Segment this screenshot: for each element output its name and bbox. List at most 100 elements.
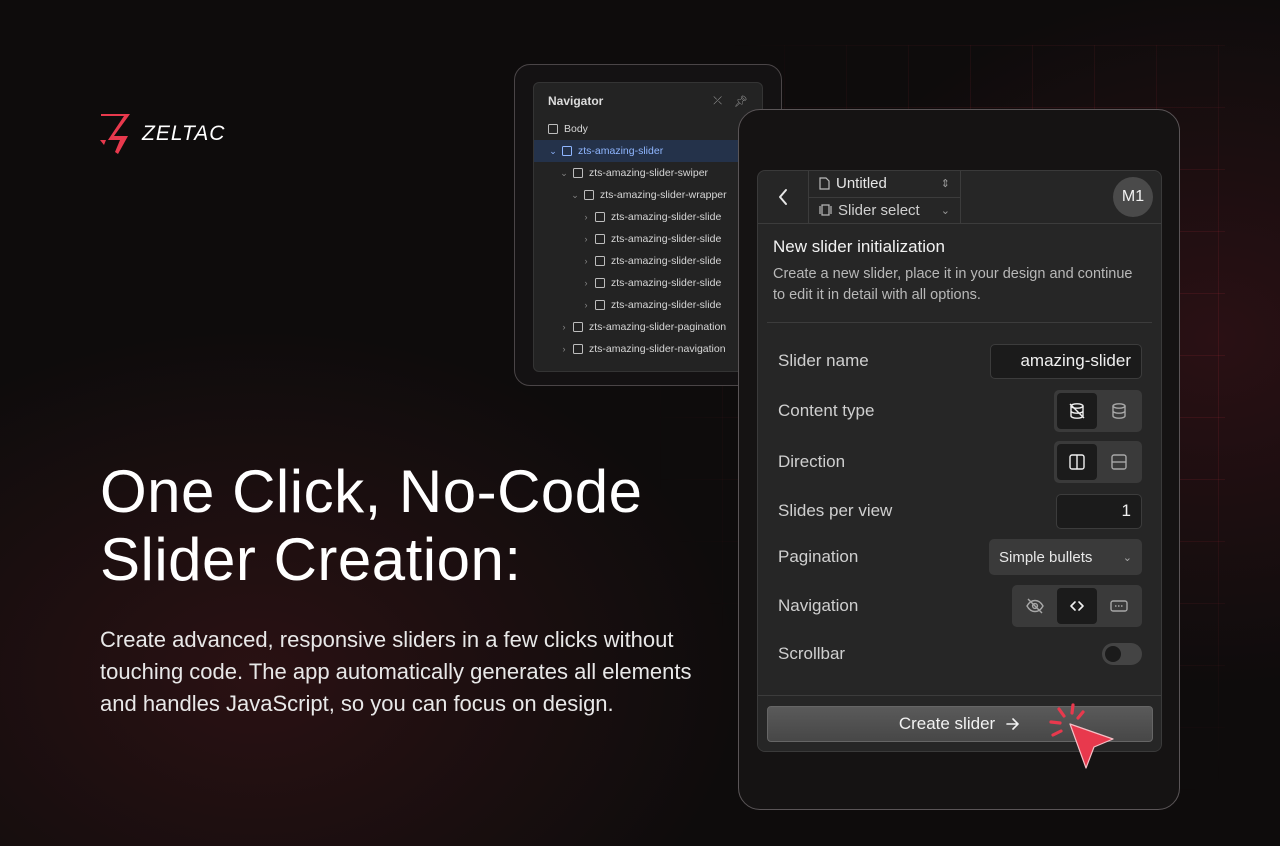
chevron-right-icon[interactable]: › — [581, 212, 591, 222]
chevron-down-icon: ⌄ — [940, 204, 950, 217]
create-slider-label: Create slider — [898, 714, 996, 733]
direction-row: Direction — [778, 436, 1142, 488]
tree-item-navigation[interactable]: › zts-amazing-slider-navigation — [534, 338, 762, 360]
tree-item-slide[interactable]: › zts-amazing-slider-slide — [534, 272, 762, 294]
chevron-down-icon[interactable]: ⌄ — [548, 146, 558, 157]
intro-section: New slider initialization Create a new s… — [767, 224, 1152, 323]
chevron-right-icon[interactable]: › — [581, 300, 591, 310]
navigation-hidden-button[interactable] — [1015, 588, 1055, 624]
horizontal-direction-button[interactable] — [1057, 444, 1097, 480]
direction-label: Direction — [778, 452, 846, 471]
slides-per-view-row: Slides per view 1 — [778, 488, 1142, 534]
chevron-right-icon[interactable]: › — [559, 344, 569, 354]
page-select[interactable]: Untitled ⇕ — [809, 171, 960, 197]
tree-item-slide[interactable]: › zts-amazing-slider-slide — [534, 206, 762, 228]
page-select-value: Untitled — [836, 175, 887, 193]
code-arrows-icon — [1070, 601, 1084, 611]
slides-per-view-input[interactable]: 1 — [1056, 493, 1142, 529]
element-icon — [548, 124, 558, 134]
navigation-label: Navigation — [778, 596, 859, 615]
rows-icon — [1111, 454, 1127, 470]
element-icon — [573, 322, 583, 332]
element-icon — [584, 190, 594, 200]
navigation-custom-button[interactable] — [1099, 588, 1139, 624]
chevron-left-icon — [779, 189, 787, 205]
element-icon — [595, 234, 605, 244]
element-icon — [573, 344, 583, 354]
element-icon — [595, 256, 605, 266]
slider-app-panel: Untitled ⇕ Slider select ⌄ M1 New slider… — [757, 170, 1162, 752]
slider-form: Slider name amazing-slider Content type … — [758, 336, 1161, 676]
navigation-toggle — [1012, 585, 1142, 627]
back-button[interactable] — [758, 171, 809, 223]
navigator-header: Navigator ⤫ 📌︎ — [534, 83, 762, 118]
app-topbar: Untitled ⇕ Slider select ⌄ M1 — [758, 171, 1161, 224]
slider-name-row: Slider name amazing-slider — [778, 336, 1142, 386]
brand-name: ZELTAC — [142, 122, 226, 145]
hero-title: One Click, No-Code Slider Creation: — [100, 458, 720, 594]
slider-select[interactable]: Slider select ⌄ — [809, 196, 960, 224]
slider-select-value: Slider select — [838, 201, 920, 219]
vertical-direction-button[interactable] — [1099, 444, 1139, 480]
tree-item-body[interactable]: Body — [534, 118, 762, 140]
hero-title-line2: Slider Creation: — [100, 526, 522, 593]
element-icon — [562, 146, 572, 156]
tree-item-swiper[interactable]: ⌄ zts-amazing-slider-swiper — [534, 162, 762, 184]
chevron-right-icon[interactable]: › — [559, 322, 569, 332]
pagination-row: Pagination Simple bullets ⌄ — [778, 534, 1142, 580]
pagination-value: Simple bullets — [999, 548, 1093, 566]
keyboard-icon — [1110, 600, 1128, 612]
click-cursor-icon — [1049, 703, 1114, 769]
pin-icon[interactable]: 📌︎ — [734, 95, 748, 108]
scrollbar-label: Scrollbar — [778, 644, 846, 663]
cms-content-button[interactable] — [1099, 393, 1139, 429]
tree-item-slide[interactable]: › zts-amazing-slider-slide — [534, 294, 762, 316]
tree-item-wrapper[interactable]: ⌄ zts-amazing-slider-wrapper — [534, 184, 762, 206]
tree-item-slider[interactable]: ⌄ zts-amazing-slider — [534, 140, 762, 162]
intro-title: New slider initialization — [773, 237, 945, 256]
database-icon — [1112, 403, 1126, 419]
element-icon — [595, 212, 605, 222]
arrow-right-icon — [1006, 718, 1019, 730]
avatar[interactable]: M1 — [1113, 177, 1153, 217]
slider-name-input[interactable]: amazing-slider — [990, 343, 1142, 379]
chevron-down-icon[interactable]: ⌄ — [570, 190, 580, 201]
scrollbar-toggle[interactable] — [1102, 643, 1142, 665]
page-icon — [819, 177, 830, 190]
element-icon — [595, 278, 605, 288]
chevron-right-icon[interactable]: › — [581, 234, 591, 244]
slides-per-view-label: Slides per view — [778, 501, 893, 520]
scrollbar-row: Scrollbar — [778, 632, 1142, 676]
navigator-tree: Body ⌄ zts-amazing-slider ⌄ zts-amazing-… — [534, 118, 762, 360]
chevron-down-icon[interactable]: ⌄ — [559, 168, 569, 179]
navigation-row: Navigation — [778, 580, 1142, 632]
static-content-button[interactable] — [1057, 393, 1097, 429]
content-type-label: Content type — [778, 401, 875, 420]
navigator-title: Navigator — [548, 94, 604, 108]
hero-description: Create advanced, responsive sliders in a… — [100, 627, 692, 716]
chevron-down-icon: ⌄ — [1122, 551, 1132, 564]
navigator-panel: Navigator ⤫ 📌︎ Body ⌄ zts-amazing-slider… — [533, 82, 763, 372]
brand-logo: ZELTAC — [98, 112, 225, 156]
tree-item-pagination[interactable]: › zts-amazing-slider-pagination — [534, 316, 762, 338]
slider-name-label: Slider name — [778, 351, 869, 370]
element-icon — [573, 168, 583, 178]
element-icon — [595, 300, 605, 310]
intro-description: Create a new slider, place it in your de… — [773, 266, 1133, 303]
tree-item-slide[interactable]: › zts-amazing-slider-slide — [534, 250, 762, 272]
navigation-arrows-button[interactable] — [1057, 588, 1097, 624]
chevron-right-icon[interactable]: › — [581, 278, 591, 288]
content-type-toggle — [1054, 390, 1142, 432]
pagination-dropdown[interactable]: Simple bullets ⌄ — [989, 539, 1142, 575]
updown-icon: ⇕ — [940, 178, 950, 191]
pagination-label: Pagination — [778, 547, 859, 566]
slider-icon — [819, 204, 832, 216]
hero-title-line1: One Click, No-Code — [100, 458, 643, 525]
chevron-right-icon[interactable]: › — [581, 256, 591, 266]
columns-icon — [1069, 454, 1085, 470]
tree-item-slide[interactable]: › zts-amazing-slider-slide — [534, 228, 762, 250]
database-off-icon — [1069, 403, 1085, 419]
collapse-all-icon[interactable]: ⤫ — [713, 95, 722, 108]
zeltac-logo-icon — [100, 114, 130, 154]
eye-off-icon — [1026, 598, 1044, 614]
